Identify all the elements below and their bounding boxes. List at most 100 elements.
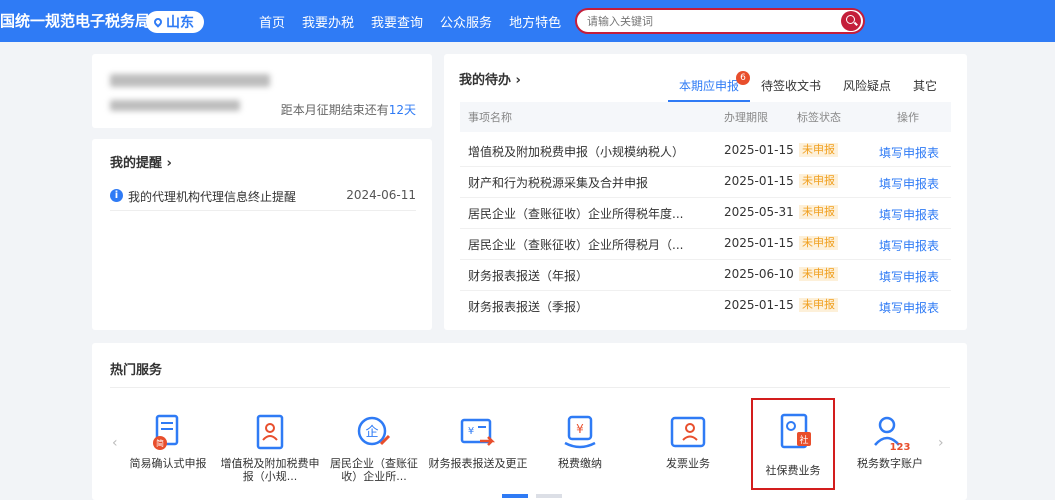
pager-dot[interactable] (536, 494, 562, 498)
count-badge: 6 (736, 71, 751, 85)
reminder-title[interactable]: 我的提醒 › (110, 152, 172, 171)
tab-risk[interactable]: 风险疑点 (832, 78, 902, 102)
reminder-title-text: 我的提醒 (110, 156, 163, 171)
table-row: 增值税及附加税费申报（小规模纳税人） 2025-01-15 未申报 填写申报表 (460, 136, 951, 167)
col-deadline: 办理期限 (724, 111, 768, 124)
todo-title-text: 我的待办 (459, 73, 512, 88)
search-box (575, 8, 865, 34)
todo-title[interactable]: 我的待办 › (459, 69, 521, 88)
reminder-item[interactable]: i 我的代理机构代理信息终止提醒 2024-06-11 (110, 185, 416, 211)
col-status: 标签状态 (797, 111, 841, 124)
tab-label: 本期应申报 (679, 79, 740, 93)
user-info-card: 距本月征期结束还有12天 (92, 54, 432, 128)
carousel-pager (502, 494, 562, 498)
table-row: 财务报表报送（年报） 2025-06-10 未申报 填写申报表 (460, 260, 951, 291)
fill-form-link[interactable]: 填写申报表 (879, 144, 939, 161)
service-label: 增值税及附加税费申报（小规... (220, 457, 320, 483)
service-label: 居民企业（查账征收）企业所... (330, 457, 418, 483)
service-enterprise-tax[interactable]: 企 居民企业（查账征收）企业所... (324, 407, 424, 485)
hot-services-card: 热门服务 ‹ › 简 简易确认式申报 增值税及附加税费申报（小规... 企 居民… (92, 343, 967, 500)
service-tax-payment[interactable]: ¥ 税费缴纳 (530, 407, 630, 485)
main-nav: 首页 我要办税 我要查询 公众服务 地方特色 (259, 12, 561, 31)
svg-text:社: 社 (799, 434, 808, 446)
reminder-text: 我的代理机构代理信息终止提醒 (128, 190, 297, 204)
nav-query[interactable]: 我要查询 (371, 12, 423, 31)
tax-payment-icon: ¥ (564, 415, 596, 449)
deadline-info: 距本月征期结束还有12天 (281, 101, 416, 118)
reminder-date: 2024-06-11 (346, 188, 416, 202)
row-name: 财务报表报送（季报） (468, 300, 589, 314)
service-financial-report[interactable]: ¥ 财务报表报送及更正 (428, 407, 528, 485)
redacted-tax-id (110, 100, 240, 111)
nav-handle-tax[interactable]: 我要办税 (302, 12, 354, 31)
table-row: 居民企业（查账征收）企业所得税年度... 2025-05-31 未申报 填写申报… (460, 198, 951, 229)
table-row: 财产和行为税税源采集及合并申报 2025-01-15 未申报 填写申报表 (460, 167, 951, 198)
service-social-security[interactable]: 社 社保费业务 (751, 398, 835, 490)
region-selector[interactable]: 山东 (146, 11, 204, 33)
fill-form-link[interactable]: 填写申报表 (879, 299, 939, 316)
svg-text:¥: ¥ (576, 422, 584, 436)
divider (110, 387, 950, 388)
tab-other[interactable]: 其它 (902, 78, 948, 102)
todo-table-header: 事项名称 办理期限 标签状态 操作 (460, 102, 951, 132)
svg-text:企: 企 (365, 424, 378, 440)
table-row: 居民企业（查账征收）企业所得税月（... 2025-01-15 未申报 填写申报… (460, 229, 951, 260)
service-digital-account[interactable]: 123 税务数字账户 (840, 407, 940, 485)
row-deadline: 2025-01-15 (724, 143, 794, 157)
deadline-prefix: 距本月征期结束还有 (280, 103, 389, 117)
search-icon[interactable] (841, 11, 861, 31)
service-vat-declare[interactable]: 增值税及附加税费申报（小规... (220, 407, 320, 485)
deadline-days: 12天 (388, 103, 416, 117)
row-name: 居民企业（查账征收）企业所得税月（... (468, 238, 684, 252)
financial-report-icon: ¥ (460, 418, 496, 446)
svg-text:123: 123 (890, 442, 910, 453)
service-label: 税务数字账户 (857, 457, 923, 470)
nav-public-service[interactable]: 公众服务 (440, 12, 492, 31)
tab-current-declare[interactable]: 本期应申报 6 (668, 71, 751, 102)
status-badge: 未申报 (799, 205, 838, 219)
service-label: 简易确认式申报 (129, 457, 207, 470)
row-deadline: 2025-01-15 (724, 298, 794, 312)
status-badge: 未申报 (799, 298, 838, 312)
tab-pending-docs[interactable]: 待签收文书 (750, 78, 832, 102)
row-name: 财务报表报送（年报） (468, 269, 589, 283)
redacted-company-name (110, 74, 270, 87)
search-input[interactable] (587, 13, 827, 30)
digital-account-icon: 123 (874, 416, 910, 453)
service-invoice[interactable]: 发票业务 (638, 407, 738, 485)
table-row: 财务报表报送（季报） 2025-01-15 未申报 填写申报表 (460, 291, 951, 322)
service-label: 税费缴纳 (558, 457, 602, 470)
top-header: 国统一规范电子税务局 山东 首页 我要办税 我要查询 公众服务 地方特色 (0, 0, 1055, 42)
row-deadline: 2025-01-15 (724, 174, 794, 188)
fill-form-link[interactable]: 填写申报表 (879, 237, 939, 254)
service-simple-declare[interactable]: 简 简易确认式申报 (118, 407, 218, 485)
fill-form-link[interactable]: 填写申报表 (879, 268, 939, 285)
status-badge: 未申报 (799, 236, 838, 250)
nav-home[interactable]: 首页 (259, 12, 285, 31)
vat-declare-icon (256, 414, 284, 450)
svg-text:简: 简 (156, 438, 164, 448)
row-name: 居民企业（查账征收）企业所得税年度... (468, 207, 684, 221)
service-label: 社保费业务 (765, 464, 821, 477)
svg-text:¥: ¥ (468, 426, 474, 437)
fill-form-link[interactable]: 填写申报表 (879, 206, 939, 223)
todo-card: 我的待办 › 本期应申报 6 待签收文书 风险疑点 其它 事项名称 办理期限 标签… (444, 54, 967, 330)
reminder-card: 我的提醒 › i 我的代理机构代理信息终止提醒 2024-06-11 (92, 139, 432, 330)
hot-services-title: 热门服务 (110, 363, 163, 378)
fill-form-link[interactable]: 填写申报表 (879, 175, 939, 192)
service-label: 财务报表报送及更正 (428, 457, 528, 470)
service-label: 发票业务 (666, 457, 710, 470)
chevron-left-icon[interactable]: ‹ (112, 435, 118, 451)
nav-local-feature[interactable]: 地方特色 (509, 12, 561, 31)
status-badge: 未申报 (799, 143, 838, 157)
col-name: 事项名称 (468, 111, 512, 124)
row-name: 财产和行为税税源采集及合并申报 (468, 176, 649, 190)
enterprise-tax-icon: 企 (357, 416, 391, 446)
status-badge: 未申报 (799, 267, 838, 281)
row-deadline: 2025-01-15 (724, 236, 794, 250)
row-deadline: 2025-06-10 (724, 267, 794, 281)
pager-dot-active[interactable] (502, 494, 528, 498)
region-label: 山东 (166, 15, 194, 31)
site-brand[interactable]: 国统一规范电子税务局 (0, 10, 150, 31)
simple-declare-icon: 简 (153, 414, 179, 450)
